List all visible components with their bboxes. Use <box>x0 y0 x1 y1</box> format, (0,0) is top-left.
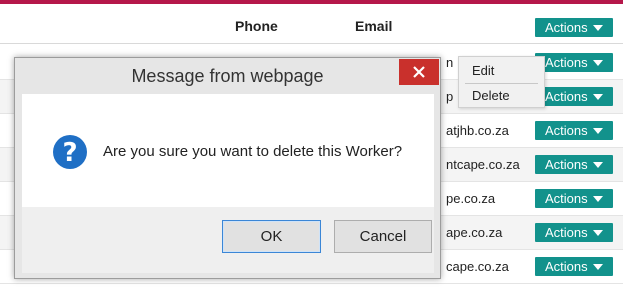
caret-down-icon <box>592 196 603 202</box>
menu-item-delete[interactable]: Delete <box>459 83 544 108</box>
actions-button[interactable]: Actions <box>535 121 613 140</box>
close-icon <box>413 66 425 78</box>
caret-down-icon <box>592 94 603 100</box>
actions-button-label: Actions <box>545 89 588 104</box>
caret-down-icon <box>592 25 603 31</box>
actions-button[interactable]: Actions <box>535 189 613 208</box>
email-cell: ape.co.za <box>446 225 503 240</box>
dialog-close-button[interactable] <box>399 59 439 85</box>
actions-button-label: Actions <box>545 20 588 35</box>
email-cell: ntcape.co.za <box>446 157 520 172</box>
svg-text:?: ? <box>62 138 77 168</box>
actions-button-label: Actions <box>545 157 588 172</box>
actions-button-label: Actions <box>545 123 588 138</box>
column-header-phone: Phone <box>235 18 278 34</box>
actions-button[interactable]: Actions <box>535 53 613 72</box>
email-cell: n <box>446 55 454 70</box>
menu-item-edit[interactable]: Edit <box>459 58 544 83</box>
caret-down-icon <box>592 162 603 168</box>
caret-down-icon <box>592 60 603 66</box>
actions-button[interactable]: Actions <box>535 87 613 106</box>
column-header-email: Email <box>355 18 393 34</box>
email-cell: p <box>446 89 454 104</box>
actions-button[interactable]: Actions <box>535 223 613 242</box>
question-icon: ? <box>53 135 87 169</box>
email-cell: cape.co.za <box>446 259 509 274</box>
actions-button[interactable]: Actions <box>535 18 613 37</box>
email-cell: atjhb.co.za <box>446 123 509 138</box>
actions-button-label: Actions <box>545 191 588 206</box>
table-header: Phone Email Actions <box>0 4 623 44</box>
dialog-title: Message from webpage <box>131 66 324 86</box>
confirm-dialog: Message from webpage ? Are you sure you … <box>14 57 441 279</box>
actions-button-label: Actions <box>545 225 588 240</box>
dialog-message: Are you sure you want to delete this Wor… <box>103 143 403 160</box>
actions-dropdown-menu: Edit Delete <box>458 56 545 108</box>
caret-down-icon <box>592 230 603 236</box>
dialog-body: ? Are you sure you want to delete this W… <box>22 94 434 207</box>
cancel-button[interactable]: Cancel <box>334 220 432 253</box>
caret-down-icon <box>592 128 603 134</box>
email-cell: pe.co.za <box>446 191 496 206</box>
actions-button[interactable]: Actions <box>535 257 613 276</box>
ok-button[interactable]: OK <box>222 220 321 253</box>
caret-down-icon <box>592 264 603 270</box>
actions-button[interactable]: Actions <box>535 155 613 174</box>
dialog-footer: OK Cancel <box>22 207 434 273</box>
actions-button-label: Actions <box>545 55 588 70</box>
actions-button-label: Actions <box>545 259 588 274</box>
dialog-title-bar[interactable]: Message from webpage <box>15 58 440 94</box>
